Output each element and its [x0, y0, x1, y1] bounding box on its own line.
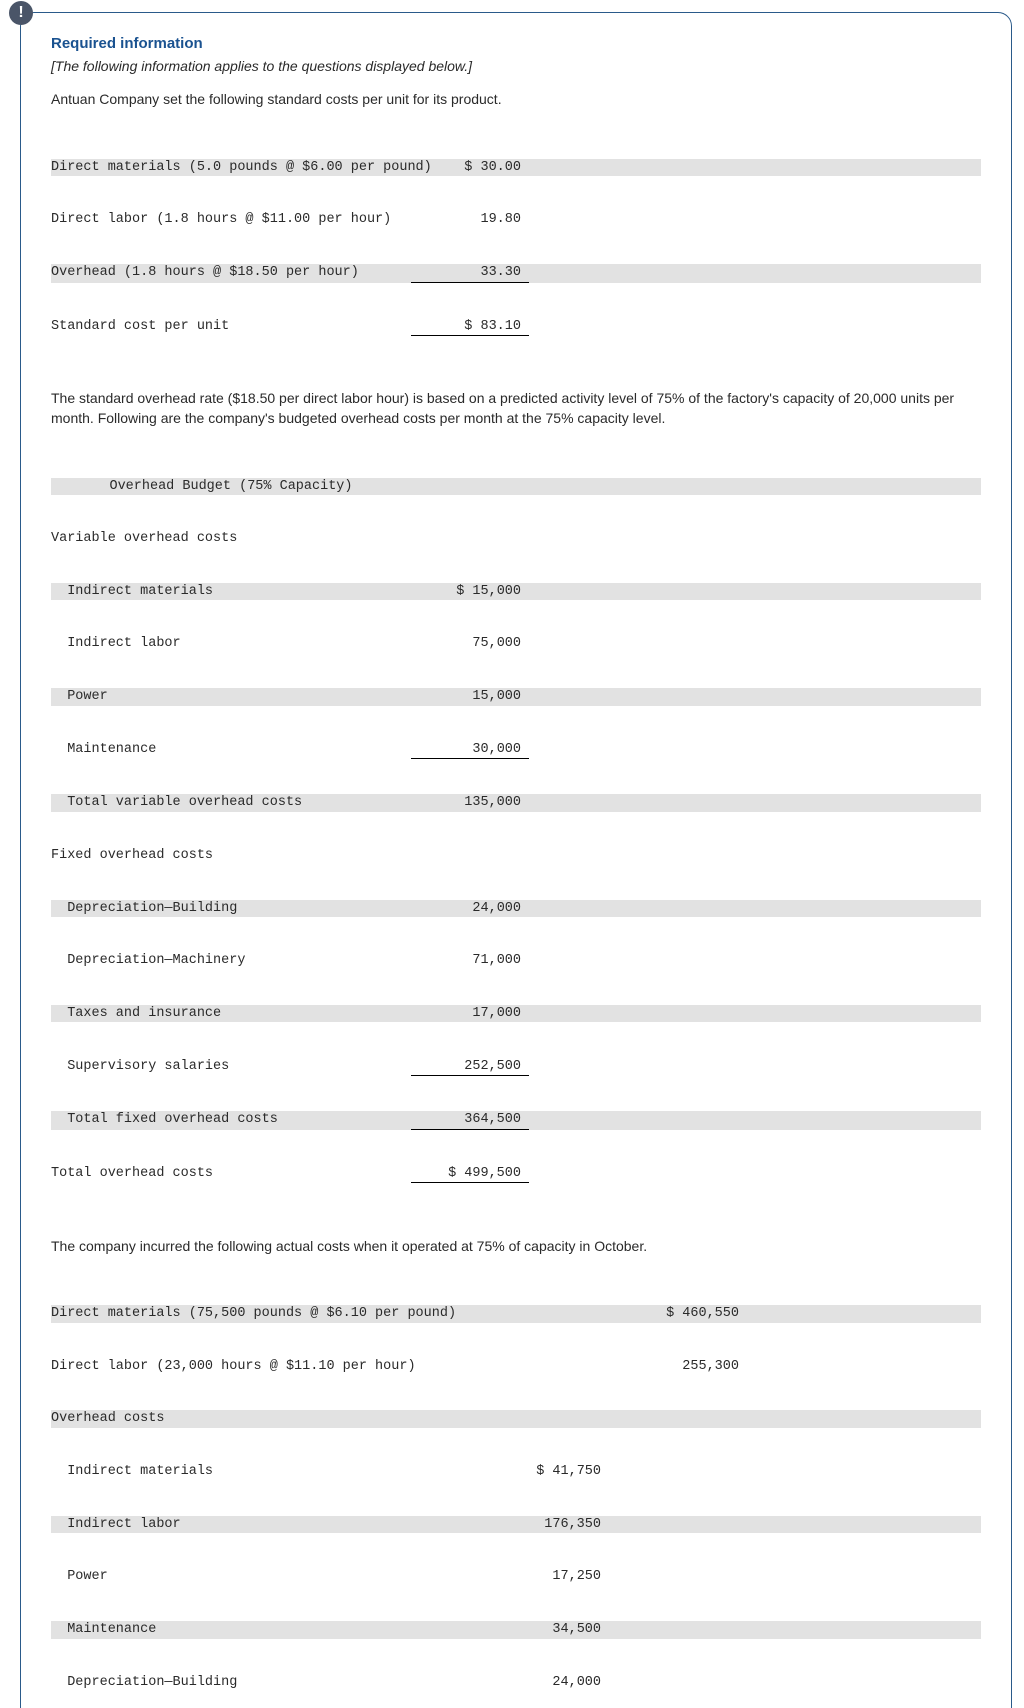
table-row-sub: 176,350	[491, 1516, 609, 1534]
table-row-label: Direct materials (75,500 pounds @ $6.10 …	[51, 1305, 491, 1323]
table-row-label: Depreciation—Machinery	[51, 952, 411, 970]
table-row-label: Direct labor (23,000 hours @ $11.10 per …	[51, 1358, 491, 1376]
actual-costs-table: Direct materials (75,500 pounds @ $6.10 …	[51, 1270, 981, 1708]
table-row-label: Power	[51, 1568, 491, 1586]
table-row-label: Direct materials (5.0 pounds @ $6.00 per…	[51, 159, 411, 177]
table-row-value: 71,000	[411, 952, 529, 970]
table-row-value: 17,000	[411, 1005, 529, 1023]
table-row-label: Depreciation—Building	[51, 1674, 491, 1692]
budget-title: Overhead Budget (75% Capacity)	[51, 478, 411, 496]
overhead-rate-para: The standard overhead rate ($18.50 per d…	[51, 389, 981, 428]
intro-para: Antuan Company set the following standar…	[51, 90, 981, 110]
table-row-value: 24,000	[411, 900, 529, 918]
required-info-box: ! Required information [The following in…	[20, 12, 1012, 1708]
fix-total-value: 364,500	[411, 1111, 529, 1130]
table-row-label: Power	[51, 688, 411, 706]
table-total-value: $ 83.10	[411, 318, 529, 337]
grand-total-value: $ 499,500	[411, 1165, 529, 1184]
overhead-budget-table: Overhead Budget (75% Capacity) Variable …	[51, 442, 981, 1218]
required-info-heading: Required information	[51, 35, 981, 52]
table-row-value: 19.80	[411, 211, 529, 229]
table-row-label: Depreciation—Building	[51, 900, 411, 918]
table-row-label: Maintenance	[51, 1621, 491, 1639]
table-row-value: 33.30	[411, 264, 529, 283]
table-row-value: $ 460,550	[609, 1305, 747, 1323]
table-row-sub: 34,500	[491, 1621, 609, 1639]
table-row-sub: 24,000	[491, 1674, 609, 1692]
table-row-label: Indirect materials	[51, 1463, 491, 1481]
table-row-label: Indirect labor	[51, 635, 411, 653]
grand-total-label: Total overhead costs	[51, 1165, 411, 1184]
variable-head: Variable overhead costs	[51, 530, 411, 548]
standard-costs-table: Direct materials (5.0 pounds @ $6.00 per…	[51, 124, 981, 372]
applies-note: [The following information applies to th…	[51, 58, 981, 74]
fixed-head: Fixed overhead costs	[51, 847, 411, 865]
table-row-label: Maintenance	[51, 741, 411, 760]
overhead-head: Overhead costs	[51, 1410, 491, 1428]
table-row-label: Supervisory salaries	[51, 1058, 411, 1077]
table-row-label: Indirect materials	[51, 583, 411, 601]
table-row-value: $ 15,000	[411, 583, 529, 601]
table-row-sub: 17,250	[491, 1568, 609, 1586]
table-row-sub: $ 41,750	[491, 1463, 609, 1481]
table-row-value: 15,000	[411, 688, 529, 706]
table-row-label: Direct labor (1.8 hours @ $11.00 per hou…	[51, 211, 411, 229]
var-total-label: Total variable overhead costs	[51, 794, 411, 812]
table-row-value: 255,300	[609, 1358, 747, 1376]
table-row-label: Overhead (1.8 hours @ $18.50 per hour)	[51, 264, 411, 283]
alert-icon: !	[9, 1, 33, 25]
table-row-value: $ 30.00	[411, 159, 529, 177]
table-row-value: 30,000	[411, 741, 529, 760]
table-row-value: 252,500	[411, 1058, 529, 1077]
actual-costs-para: The company incurred the following actua…	[51, 1237, 981, 1257]
table-row-label: Taxes and insurance	[51, 1005, 411, 1023]
table-total-label: Standard cost per unit	[51, 318, 411, 337]
var-total-value: 135,000	[411, 794, 529, 812]
table-row-value: 75,000	[411, 635, 529, 653]
fix-total-label: Total fixed overhead costs	[51, 1111, 411, 1130]
table-row-label: Indirect labor	[51, 1516, 491, 1534]
